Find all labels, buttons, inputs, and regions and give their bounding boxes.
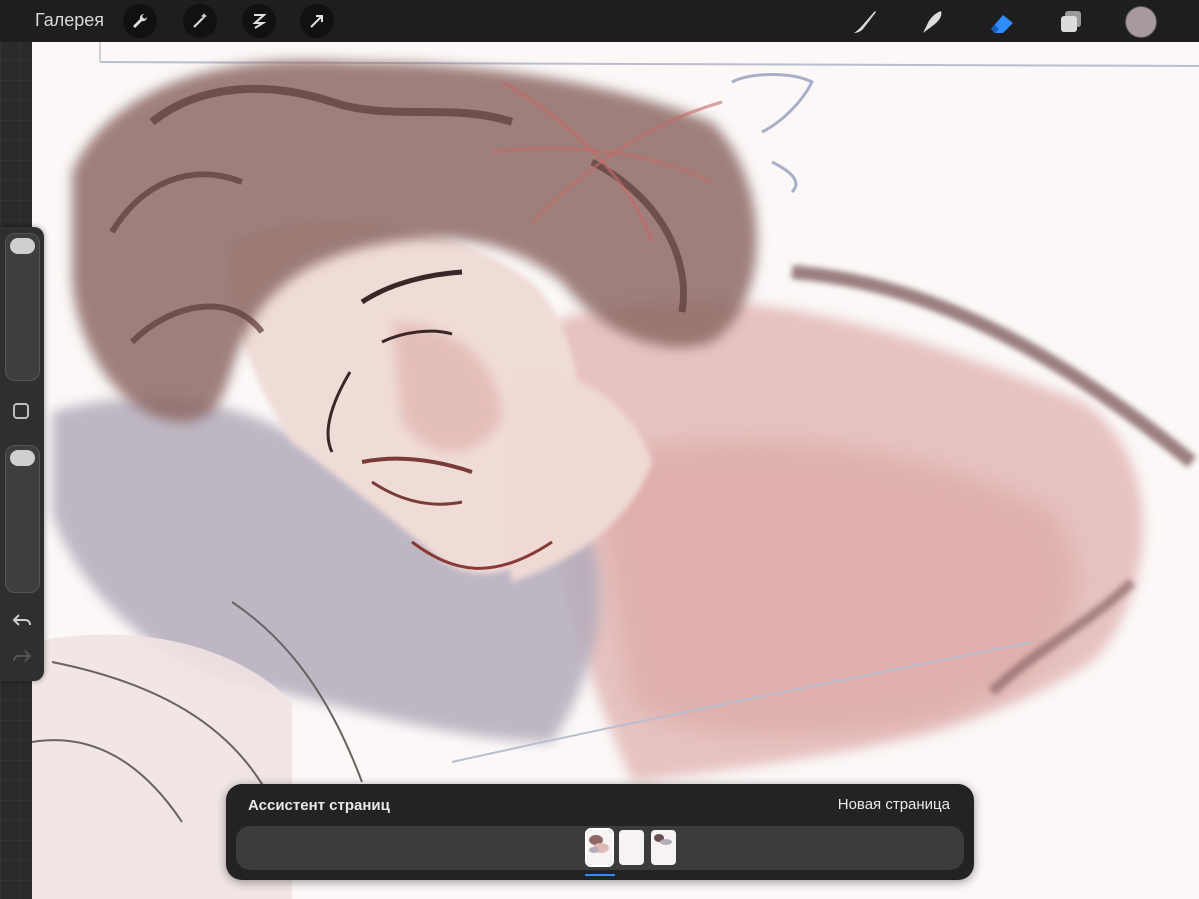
page-strip[interactable] xyxy=(236,826,964,870)
magic-wand-icon[interactable] xyxy=(183,4,217,38)
page-assistant-panel: Ассистент страниц Новая страница xyxy=(226,784,974,880)
redo-icon[interactable] xyxy=(11,647,33,667)
opacity-thumb[interactable] xyxy=(10,450,35,466)
active-page-indicator xyxy=(585,874,615,876)
new-page-button[interactable]: Новая страница xyxy=(838,796,950,813)
opacity-slider[interactable] xyxy=(5,445,40,593)
sidebar xyxy=(0,227,44,681)
modify-button[interactable] xyxy=(13,403,29,419)
selection-icon[interactable] xyxy=(242,4,276,38)
color-picker-swatch[interactable] xyxy=(1125,6,1157,38)
layers-icon[interactable] xyxy=(1053,4,1089,40)
top-toolbar: Галерея xyxy=(0,0,1199,42)
wrench-icon[interactable] xyxy=(123,4,157,38)
brush-size-slider[interactable] xyxy=(5,233,40,381)
page-assistant-title: Ассистент страниц xyxy=(248,797,390,814)
brush-icon[interactable] xyxy=(846,4,882,40)
artwork xyxy=(32,42,1199,899)
brush-size-thumb[interactable] xyxy=(10,238,35,254)
transform-arrow-icon[interactable] xyxy=(300,4,334,38)
drawing-canvas[interactable] xyxy=(32,42,1199,899)
eraser-icon[interactable] xyxy=(984,4,1020,40)
page-thumb-1[interactable] xyxy=(585,828,614,867)
undo-icon[interactable] xyxy=(11,611,33,631)
gallery-button[interactable]: Галерея xyxy=(35,10,104,31)
smudge-icon[interactable] xyxy=(914,4,950,40)
page-thumb-2[interactable] xyxy=(619,830,644,865)
page-thumb-3[interactable] xyxy=(651,830,676,865)
